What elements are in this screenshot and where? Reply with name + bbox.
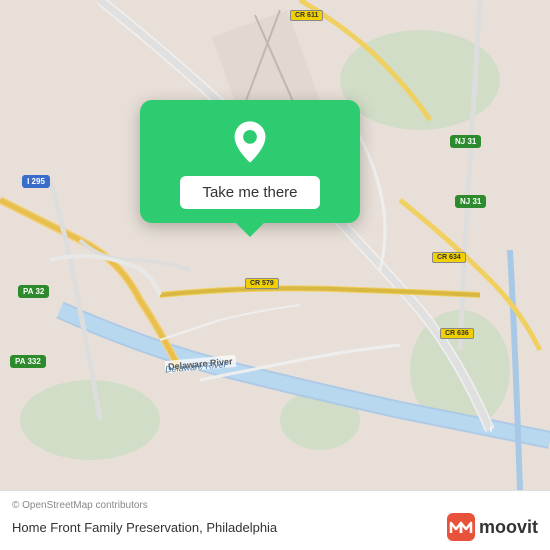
shield-cr636: CR 636 [440,328,474,339]
copyright-text: © OpenStreetMap contributors [12,500,538,511]
shield-cr611: CR 611 [290,10,323,21]
location-pin-icon [226,118,274,166]
shield-nj31-2: NJ 31 [455,195,486,208]
shield-nj31-1: NJ 31 [450,135,481,148]
shield-pa32: PA 32 [18,285,49,298]
moovit-brand-text: moovit [479,517,538,538]
shield-cr634: CR 634 [432,252,466,263]
shield-pa332: PA 332 [10,355,46,368]
take-me-there-button[interactable]: Take me there [180,176,319,209]
shield-cr579: CR 579 [245,278,279,289]
navigation-popup: Take me there [140,100,360,223]
shield-i295: I 295 [22,175,50,188]
canal-label [490,426,492,432]
map-view: Delaware River I 295 PA 32 PA 332 NJ 31 … [0,0,550,490]
moovit-icon [447,513,475,541]
moovit-logo: moovit [447,513,538,541]
location-name: Home Front Family Preservation, Philadel… [12,520,277,535]
bottom-info-bar: © OpenStreetMap contributors Home Front … [0,490,550,550]
